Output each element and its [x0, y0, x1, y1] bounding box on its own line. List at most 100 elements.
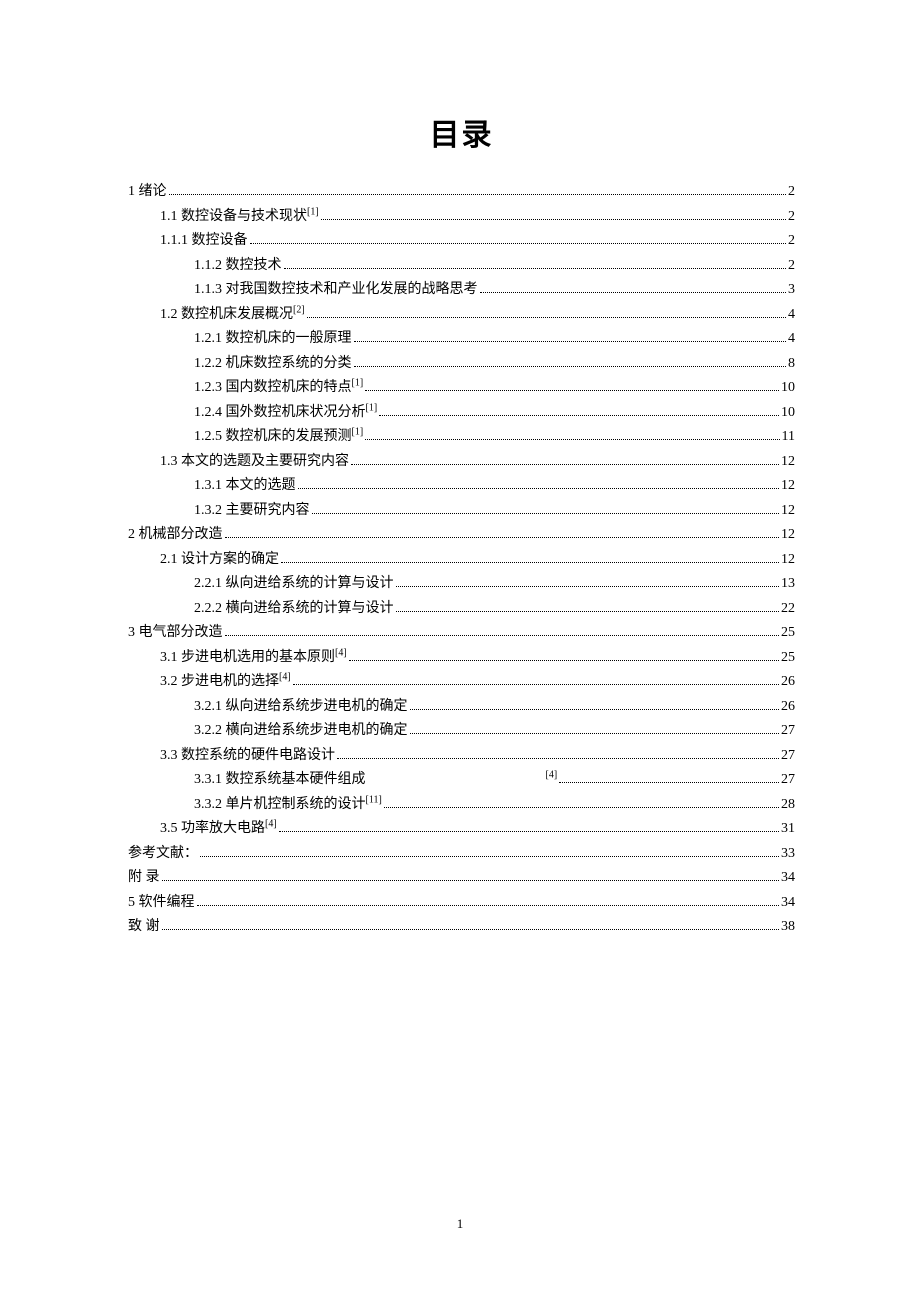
toc-leader-dots — [410, 733, 780, 734]
toc-label: 1.3.2 主要研究内容 — [194, 499, 310, 524]
toc-label: 3.3.1 数控系统基本硬件组成[4] — [194, 768, 557, 793]
toc-entry: 3.5 功率放大电路[4]31 — [128, 817, 795, 842]
toc-label: 3.2.1 纵向进给系统步进电机的确定 — [194, 695, 408, 720]
toc-page-number: 27 — [781, 719, 795, 744]
toc-entry: 3 电气部分改造 25 — [128, 621, 795, 646]
toc-entry: 1.1 数控设备与技术现状[1]2 — [128, 205, 795, 230]
toc-page-number: 22 — [781, 597, 795, 622]
toc-label: 3.2.2 横向进给系统步进电机的确定 — [194, 719, 408, 744]
toc-entry: 致 谢 38 — [128, 915, 795, 940]
toc-entry: 附 录 34 — [128, 866, 795, 891]
toc-entry: 1.3.1 本文的选题12 — [128, 474, 795, 499]
toc-label: 2.2.2 横向进给系统的计算与设计 — [194, 597, 394, 622]
toc-page-number: 26 — [781, 695, 795, 720]
toc-page-number: 34 — [781, 891, 795, 916]
toc-page-number: 26 — [781, 670, 795, 695]
toc-leader-dots — [307, 317, 786, 318]
toc-entry: 1 绪论 2 — [128, 180, 795, 205]
toc-page-number: 31 — [781, 817, 795, 842]
toc-leader-dots — [293, 684, 779, 685]
toc-label: 3 电气部分改造 — [128, 621, 223, 646]
toc-page-number: 12 — [781, 450, 795, 475]
toc-page-number: 38 — [781, 915, 795, 940]
toc-leader-dots — [396, 586, 780, 587]
toc-entry: 3.3.2 单片机控制系统的设计[11] 28 — [128, 793, 795, 818]
toc-page-number: 25 — [781, 646, 795, 671]
toc-entry: 1.2.3 国内数控机床的特点[1]10 — [128, 376, 795, 401]
toc-label: 1.2.1 数控机床的一般原理 — [194, 327, 352, 352]
toc-page-number: 28 — [781, 793, 795, 818]
toc-label: 3.1 步进电机选用的基本原则[4] — [160, 646, 347, 671]
toc-page-number: 13 — [781, 572, 795, 597]
toc-entry: 3.2 步进电机的选择[4] 26 — [128, 670, 795, 695]
toc-leader-dots — [169, 194, 787, 195]
toc-leader-dots — [410, 709, 780, 710]
toc-leader-dots — [379, 415, 779, 416]
toc-page-number: 2 — [788, 205, 795, 230]
toc-page-number: 27 — [781, 744, 795, 769]
toc-entry: 1.2.5 数控机床的发展预测[1]11 — [128, 425, 795, 450]
toc-label: 1.2.5 数控机床的发展预测[1] — [194, 425, 363, 450]
toc-page-number: 34 — [781, 866, 795, 891]
toc-leader-dots — [396, 611, 780, 612]
toc-entry: 3.3.1 数控系统基本硬件组成[4]27 — [128, 768, 795, 793]
toc-entry: 2.2.1 纵向进给系统的计算与设计13 — [128, 572, 795, 597]
toc-leader-dots — [321, 219, 786, 220]
toc-page-number: 2 — [788, 254, 795, 279]
toc-entry: 1.1.2 数控技术 2 — [128, 254, 795, 279]
toc-leader-dots — [349, 660, 779, 661]
toc-entry: 1.1.3 对我国数控技术和产业化发展的战略思考 3 — [128, 278, 795, 303]
toc-label: 附 录 — [128, 866, 160, 891]
toc-leader-dots — [354, 341, 787, 342]
toc-page-number: 12 — [781, 548, 795, 573]
toc-leader-dots — [312, 513, 780, 514]
toc-label: 1.1.1 数控设备 — [160, 229, 248, 254]
toc-page-number: 12 — [781, 474, 795, 499]
toc-entry: 1.3 本文的选题及主要研究内容 12 — [128, 450, 795, 475]
toc-leader-dots — [284, 268, 787, 269]
toc-page-number: 3 — [788, 278, 795, 303]
toc-leader-dots — [365, 439, 779, 440]
toc-leader-dots — [298, 488, 780, 489]
toc-label: 致 谢 — [128, 915, 160, 940]
toc-page-number: 4 — [788, 303, 795, 328]
page-number: 1 — [0, 1216, 920, 1232]
toc-label: 3.3.2 单片机控制系统的设计[11] — [194, 793, 382, 818]
toc-entry: 3.1 步进电机选用的基本原则[4] 25 — [128, 646, 795, 671]
toc-page-number: 10 — [781, 401, 795, 426]
toc-label: 1.1.2 数控技术 — [194, 254, 282, 279]
toc-entry: 1.1.1 数控设备2 — [128, 229, 795, 254]
toc-leader-dots — [337, 758, 779, 759]
toc-leader-dots — [250, 243, 787, 244]
toc-entry: 2.1 设计方案的确定 12 — [128, 548, 795, 573]
toc-leader-dots — [365, 390, 779, 391]
toc-leader-dots — [162, 880, 780, 881]
toc-leader-dots — [559, 782, 779, 783]
toc-leader-dots — [354, 366, 787, 367]
toc-page-number: 25 — [781, 621, 795, 646]
table-of-contents: 1 绪论21.1 数控设备与技术现状[1]21.1.1 数控设备21.1.2 数… — [128, 180, 795, 940]
toc-label: 1.1.3 对我国数控技术和产业化发展的战略思考 — [194, 278, 478, 303]
toc-label: 1.2 数控机床发展概况[2] — [160, 303, 305, 328]
toc-label: 1.2.4 国外数控机床状况分析[1] — [194, 401, 377, 426]
toc-label: 1.3 本文的选题及主要研究内容 — [160, 450, 349, 475]
toc-leader-dots — [351, 464, 779, 465]
toc-label: 1.2.3 国内数控机床的特点[1] — [194, 376, 363, 401]
toc-page-number: 2 — [788, 180, 795, 205]
toc-entry: 1.2.2 机床数控系统的分类8 — [128, 352, 795, 377]
toc-label: 3.2 步进电机的选择[4] — [160, 670, 291, 695]
toc-page-number: 12 — [781, 523, 795, 548]
toc-entry: 1.2 数控机床发展概况[2] 4 — [128, 303, 795, 328]
page-title: 目录 — [128, 110, 795, 154]
toc-leader-dots — [162, 929, 780, 930]
toc-label: 1.2.2 机床数控系统的分类 — [194, 352, 352, 377]
toc-entry: 3.2.1 纵向进给系统步进电机的确定 26 — [128, 695, 795, 720]
toc-leader-dots — [384, 807, 779, 808]
toc-label: 1 绪论 — [128, 180, 167, 205]
toc-label: 2.1 设计方案的确定 — [160, 548, 279, 573]
toc-leader-dots — [279, 831, 779, 832]
toc-entry: 1.3.2 主要研究内容12 — [128, 499, 795, 524]
toc-entry: 2.2.2 横向进给系统的计算与设计 22 — [128, 597, 795, 622]
toc-entry: 3.2.2 横向进给系统步进电机的确定 27 — [128, 719, 795, 744]
toc-label: 5 软件编程 — [128, 891, 195, 916]
